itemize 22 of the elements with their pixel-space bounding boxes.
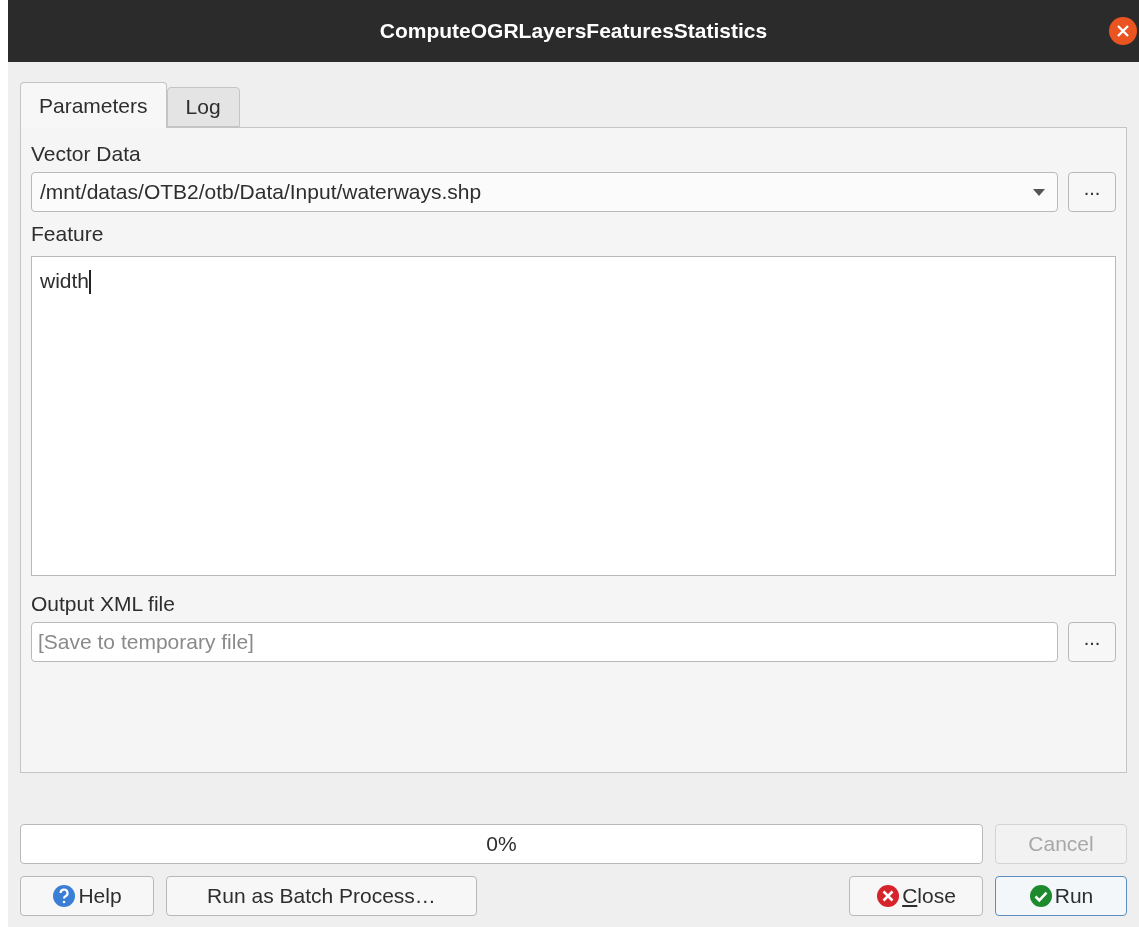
field-label: Output XML file	[31, 591, 176, 617]
field-label: Vector Data	[31, 141, 142, 167]
output-file-field[interactable]: [Save to temporary file]	[31, 622, 1058, 662]
close-button[interactable]: Close	[849, 876, 983, 916]
progress-bar: 0%	[20, 824, 983, 864]
close-window-button[interactable]	[1109, 17, 1137, 45]
check-icon	[1028, 884, 1053, 908]
dropdown-arrow-icon	[1033, 188, 1045, 196]
window-title: ComputeOGRLayersFeaturesStatistics	[379, 18, 768, 45]
run-button[interactable]: Run	[995, 876, 1127, 916]
help-icon	[52, 884, 77, 908]
help-button[interactable]: Help	[20, 876, 154, 916]
browse-button[interactable]: ...	[1068, 172, 1116, 212]
close-icon	[1116, 24, 1130, 38]
browse-button[interactable]: ...	[1068, 622, 1116, 662]
tab[interactable]: Parameters	[20, 82, 167, 128]
feature-text-area[interactable]: width	[31, 256, 1116, 576]
close-icon	[876, 884, 901, 908]
field-label: Feature	[31, 221, 105, 246]
tab[interactable]: Log	[166, 87, 240, 127]
vector-data-dropdown[interactable]: /mnt/datas/OTB2/otb/Data/Input/waterways.shp	[31, 172, 1058, 212]
batch-button[interactable]: Run as Batch Process…	[166, 876, 477, 916]
